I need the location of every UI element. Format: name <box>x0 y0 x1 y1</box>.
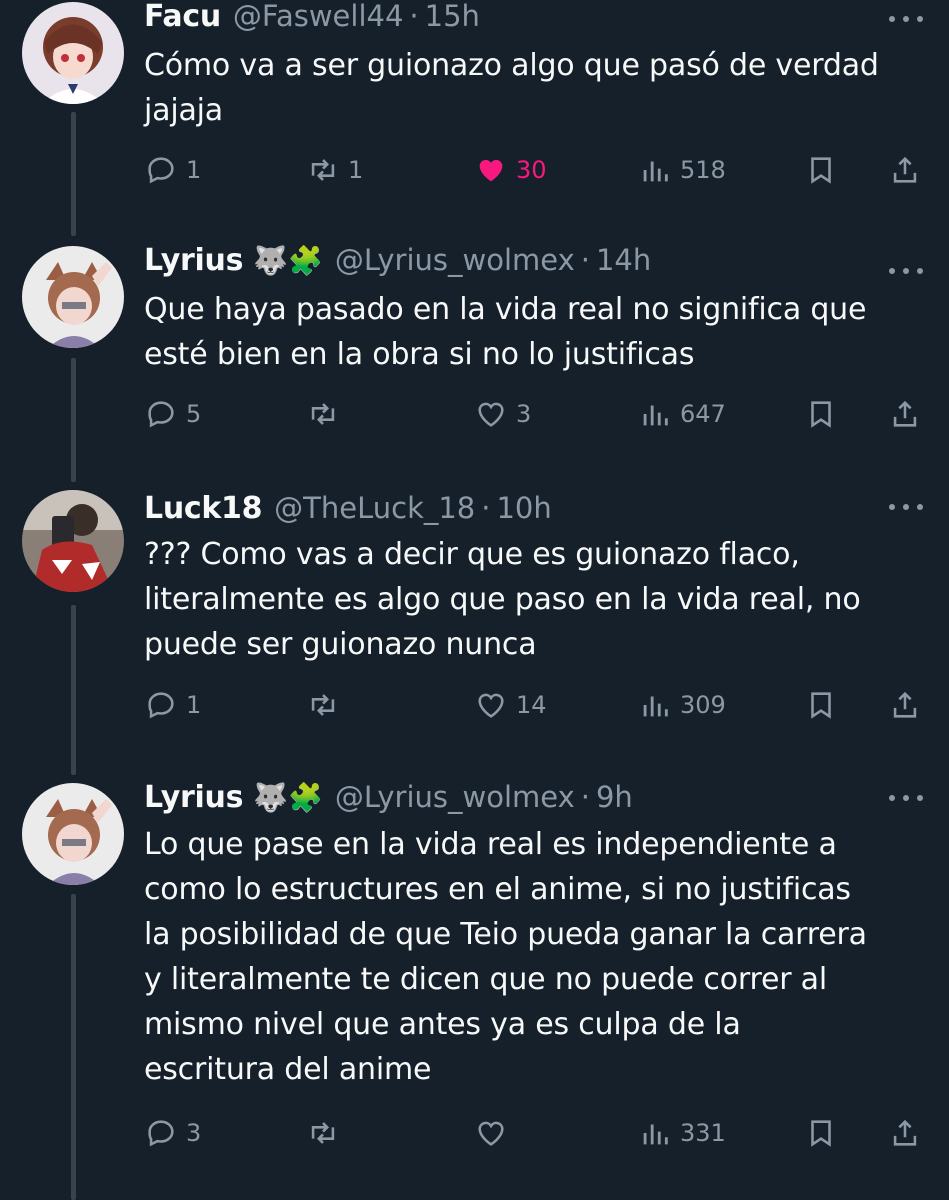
heart-icon <box>478 402 504 427</box>
separator-dot: · <box>580 780 590 814</box>
tweet-text: Que haya pasado en la vida real no signi… <box>144 292 867 372</box>
retweet-count: 1 <box>348 156 364 184</box>
bookmark-icon <box>811 157 831 184</box>
user-handle[interactable]: @Lyrius_wolmex <box>335 243 575 277</box>
user-handle[interactable]: @Faswell44 <box>233 0 403 33</box>
retweet-icon <box>311 694 335 716</box>
heart-icon <box>478 1121 504 1146</box>
avatar[interactable] <box>22 246 124 348</box>
views-icon <box>643 405 668 426</box>
bookmark-button[interactable] <box>804 148 838 192</box>
view-count: 331 <box>680 1119 726 1147</box>
like-button[interactable]: 30 <box>474 148 547 192</box>
action-bar: 3 331 <box>144 1111 934 1155</box>
like-count: 3 <box>516 400 532 428</box>
retweet-button[interactable] <box>306 683 348 727</box>
reply-icon <box>148 1120 174 1147</box>
reply-button[interactable]: 3 <box>144 1111 201 1155</box>
bookmark-button[interactable] <box>804 683 838 727</box>
avatar[interactable] <box>22 2 124 104</box>
bookmark-icon <box>811 692 831 719</box>
views-button[interactable]: 647 <box>638 392 726 436</box>
reply-count: 1 <box>186 691 202 719</box>
reply-icon <box>148 157 174 184</box>
name-emoji: 🐺🧩 <box>253 243 323 277</box>
timestamp[interactable]: 10h <box>496 491 551 525</box>
more-options-icon[interactable] <box>889 492 923 522</box>
like-count: 14 <box>516 691 547 719</box>
retweet-button[interactable] <box>306 392 348 436</box>
display-name[interactable]: Lyrius <box>144 243 243 278</box>
separator-dot: · <box>481 491 491 525</box>
views-icon <box>643 161 668 182</box>
reply-icon <box>148 692 174 719</box>
bookmark-icon <box>811 401 831 428</box>
reply-icon <box>148 401 174 428</box>
retweet-icon <box>311 159 335 181</box>
like-button[interactable]: 14 <box>474 683 547 727</box>
heart-filled-icon <box>479 159 503 182</box>
share-button[interactable] <box>888 392 922 436</box>
thread-line <box>71 112 76 236</box>
timestamp[interactable]: 14h <box>596 243 651 277</box>
action-bar: 1 14 309 <box>144 683 934 727</box>
view-count: 647 <box>680 400 726 428</box>
share-button[interactable] <box>888 1111 922 1155</box>
user-handle[interactable]: @Lyrius_wolmex <box>335 780 575 814</box>
timestamp[interactable]: 15h <box>425 0 480 33</box>
views-button[interactable]: 518 <box>638 148 726 192</box>
thread-line <box>71 894 76 1200</box>
reply-button[interactable]: 1 <box>144 683 201 727</box>
share-button[interactable] <box>888 683 922 727</box>
reply-count: 5 <box>186 400 202 428</box>
display-name[interactable]: Lyrius <box>144 780 243 815</box>
share-icon <box>893 400 917 427</box>
views-button[interactable]: 309 <box>638 683 726 727</box>
like-button[interactable] <box>474 1111 516 1155</box>
reply-count: 1 <box>186 156 202 184</box>
more-options-icon[interactable] <box>889 783 923 813</box>
bookmark-icon <box>811 1120 831 1147</box>
tweet-text: Lo que pase en la vida real es independi… <box>144 827 867 1087</box>
action-bar: 1 1 30 518 <box>144 148 934 192</box>
action-bar: 5 3 647 <box>144 392 934 436</box>
reply-button[interactable]: 5 <box>144 392 201 436</box>
like-count: 30 <box>516 156 547 184</box>
display-name[interactable]: Facu <box>144 0 221 34</box>
retweet-icon <box>311 403 335 425</box>
display-name[interactable]: Luck18 <box>144 491 262 526</box>
view-count: 309 <box>680 691 726 719</box>
separator-dot: · <box>580 243 590 277</box>
tweet-text: ??? Como vas a decir que es guionazo fla… <box>144 537 861 662</box>
like-button[interactable]: 3 <box>474 392 531 436</box>
retweet-icon <box>311 1122 335 1144</box>
avatar[interactable] <box>22 490 124 592</box>
views-icon <box>643 696 668 717</box>
heart-icon <box>478 693 504 718</box>
tweet-text: Cómo va a ser guionazo algo que pasó de … <box>144 48 879 128</box>
share-icon <box>893 691 917 718</box>
share-icon <box>893 1119 917 1146</box>
share-button[interactable] <box>888 148 922 192</box>
more-options-icon[interactable] <box>889 4 923 34</box>
timestamp[interactable]: 9h <box>596 780 633 814</box>
views-icon <box>643 1124 668 1145</box>
view-count: 518 <box>680 156 726 184</box>
reply-button[interactable]: 1 <box>144 148 201 192</box>
bookmark-button[interactable] <box>804 392 838 436</box>
thread-line <box>71 358 76 482</box>
retweet-button[interactable]: 1 <box>306 148 363 192</box>
bookmark-button[interactable] <box>804 1111 838 1155</box>
user-handle[interactable]: @TheLuck_18 <box>274 491 475 525</box>
views-button[interactable]: 331 <box>638 1111 726 1155</box>
more-options-icon[interactable] <box>889 256 923 286</box>
share-icon <box>893 156 917 183</box>
reply-count: 3 <box>186 1119 202 1147</box>
separator-dot: · <box>409 0 419 33</box>
thread-line <box>71 605 76 775</box>
name-emoji: 🐺🧩 <box>253 780 323 814</box>
retweet-button[interactable] <box>306 1111 348 1155</box>
avatar[interactable] <box>22 783 124 885</box>
